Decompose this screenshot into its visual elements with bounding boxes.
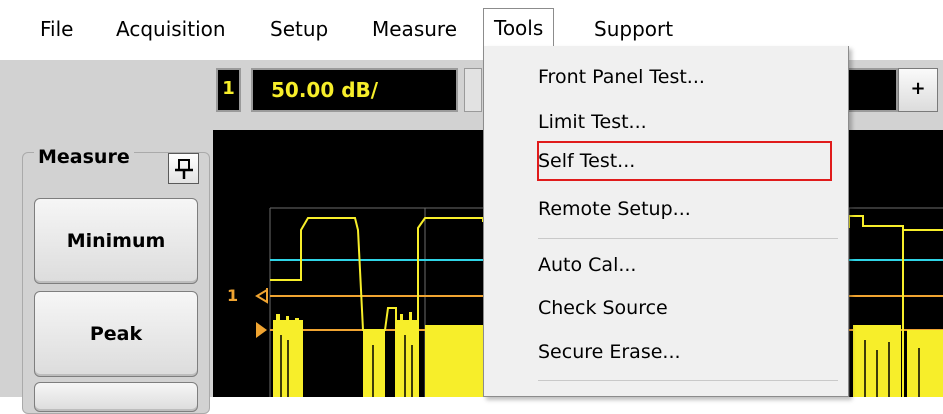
menu-measure[interactable]: Measure <box>362 12 467 46</box>
reference-marker-icon[interactable] <box>256 322 267 338</box>
tools-dropdown-menu: Front Panel Test... Limit Test... Self T… <box>483 46 849 397</box>
minimum-button[interactable]: Minimum <box>34 198 198 284</box>
pin-panel-button[interactable] <box>168 153 199 184</box>
menu-tools[interactable]: Tools <box>483 8 555 46</box>
menu-separator <box>538 380 838 381</box>
measure-panel-title: Measure <box>34 146 134 168</box>
self-test-highlight <box>537 141 832 181</box>
menu-item-front-panel-test[interactable]: Front Panel Test... <box>538 58 705 96</box>
menu-separator <box>538 238 838 239</box>
pin-icon <box>175 159 193 179</box>
menu-item-remote-setup[interactable]: Remote Setup... <box>538 190 691 228</box>
scale-display[interactable]: 50.00 dB/ <box>251 68 458 112</box>
marker-1-label: 1 <box>227 286 238 305</box>
scale-adjust-button[interactable] <box>464 68 482 112</box>
menu-support[interactable]: Support <box>584 12 683 46</box>
menu-setup[interactable]: Setup <box>260 12 338 46</box>
app-window: File Acquisition Setup Measure Tools Sup… <box>0 0 943 414</box>
add-button[interactable]: + <box>898 68 938 112</box>
measure-button-partial[interactable] <box>34 382 198 412</box>
marker-1-icon[interactable] <box>255 288 268 304</box>
channel-indicator[interactable]: 1 <box>216 68 241 112</box>
menu-item-secure-erase[interactable]: Secure Erase... <box>538 333 681 371</box>
menu-file[interactable]: File <box>30 12 83 46</box>
menu-acquisition[interactable]: Acquisition <box>106 12 236 46</box>
menu-item-limit-test[interactable]: Limit Test... <box>538 103 647 141</box>
peak-button[interactable]: Peak <box>34 291 198 377</box>
menu-item-check-source[interactable]: Check Source <box>538 289 668 327</box>
menu-item-auto-cal[interactable]: Auto Cal... <box>538 246 636 284</box>
